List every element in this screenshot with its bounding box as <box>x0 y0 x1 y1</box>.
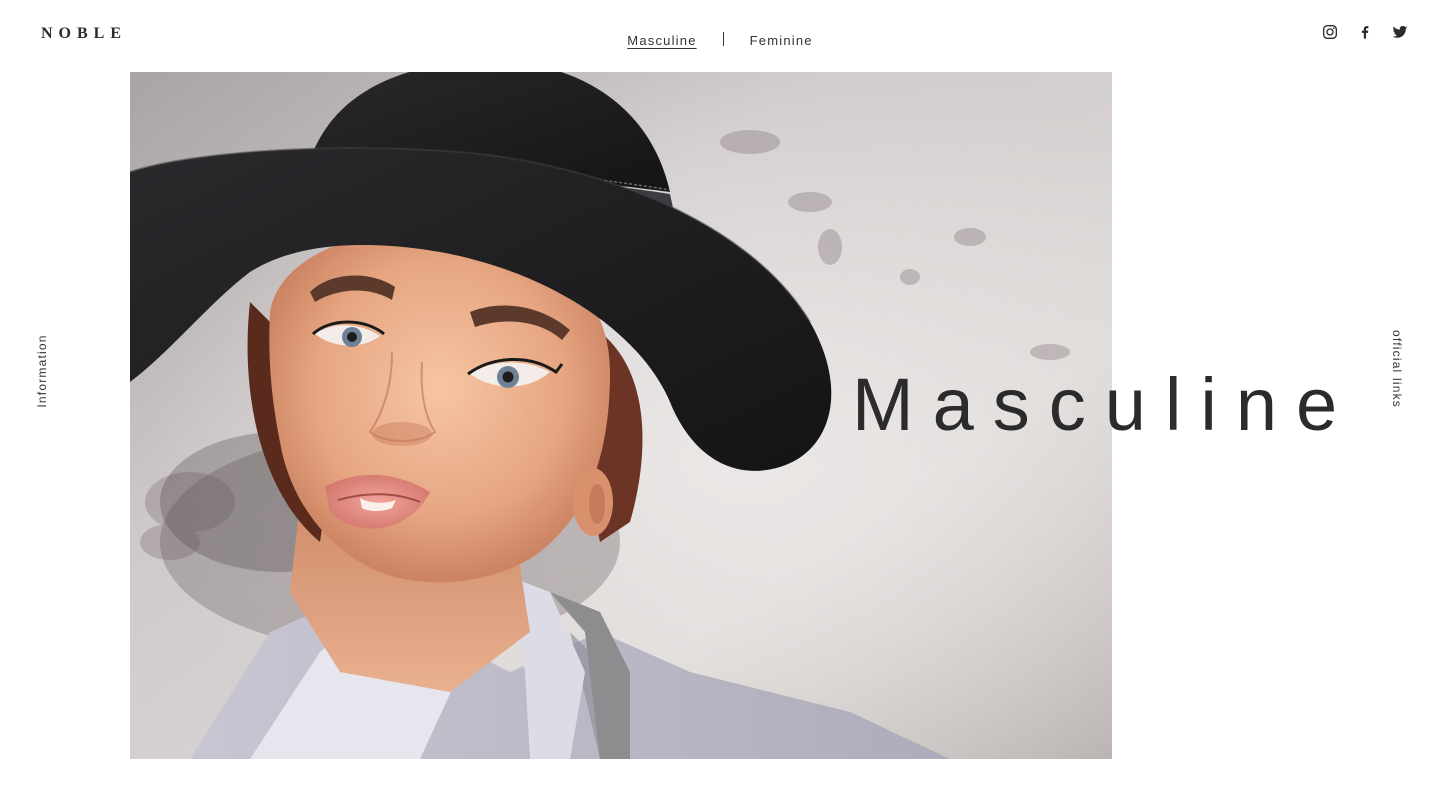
page: NOBLE Masculine Feminine Information off… <box>0 0 1440 803</box>
official-links-link[interactable]: official links <box>1390 328 1404 410</box>
official-links-label: official links <box>1390 330 1404 408</box>
category-nav: Masculine Feminine <box>0 31 1440 51</box>
information-link[interactable]: Information <box>35 332 49 410</box>
facebook-icon[interactable] <box>1357 24 1373 40</box>
hero-title: Masculine <box>852 363 1357 446</box>
social-links <box>1322 24 1408 40</box>
nav-link-masculine[interactable]: Masculine <box>627 32 696 50</box>
nav-divider <box>722 32 724 46</box>
nav-link-feminine[interactable]: Feminine <box>750 32 813 50</box>
instagram-icon[interactable] <box>1322 24 1338 40</box>
twitter-icon[interactable] <box>1392 24 1408 40</box>
information-label: Information <box>35 334 49 408</box>
